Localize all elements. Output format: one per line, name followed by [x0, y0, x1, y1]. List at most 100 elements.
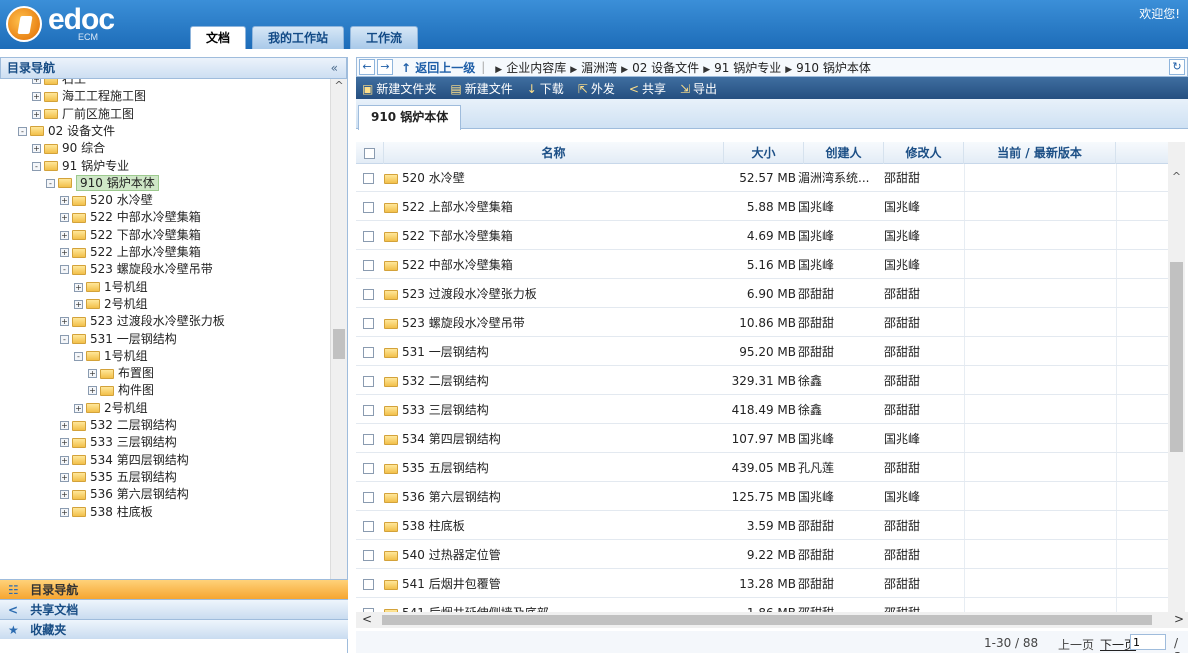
- tree-node[interactable]: +90 综合: [32, 140, 105, 157]
- expand-node-icon[interactable]: +: [60, 317, 69, 327]
- breadcrumb-item[interactable]: 02 设备文件: [632, 61, 699, 75]
- tree-node[interactable]: +2号机组: [74, 400, 148, 417]
- breadcrumb-item[interactable]: 910 锅炉本体: [796, 61, 871, 75]
- table-row[interactable]: 535 五层钢结构 439.05 MB 孔凡莲 邵甜甜: [356, 454, 1168, 482]
- tree-node[interactable]: +535 五层钢结构: [60, 469, 177, 486]
- toolbar-button[interactable]: ⇲ 导出: [680, 80, 717, 97]
- column-header-size[interactable]: 大小: [724, 142, 804, 164]
- row-checkbox[interactable]: [363, 231, 374, 242]
- expand-node-icon[interactable]: +: [88, 369, 97, 379]
- expand-node-icon[interactable]: +: [60, 472, 69, 482]
- tab-workflow[interactable]: 工作流: [350, 26, 419, 49]
- name-cell[interactable]: 540 过热器定位管: [384, 541, 724, 569]
- row-checkbox[interactable]: [363, 492, 374, 503]
- go-up-button[interactable]: ↑ 返回上一级: [401, 59, 475, 76]
- table-row[interactable]: 536 第六层钢结构 125.75 MB 国兆峰 国兆峰: [356, 483, 1168, 511]
- table-row[interactable]: 534 第四层钢结构 107.97 MB 国兆峰 国兆峰: [356, 425, 1168, 453]
- tree-node[interactable]: + 构件图: [88, 382, 154, 399]
- scroll-left-icon[interactable]: <: [362, 612, 372, 626]
- name-cell[interactable]: 534 第四层钢结构: [384, 425, 724, 453]
- row-checkbox[interactable]: [363, 550, 374, 561]
- toolbar-button[interactable]: < 共享: [629, 80, 666, 97]
- table-row[interactable]: 522 中部水冷壁集箱 5.16 MB 国兆峰 国兆峰: [356, 251, 1168, 279]
- row-checkbox[interactable]: [363, 173, 374, 184]
- collapse-sidebar-button[interactable]: «: [331, 58, 338, 78]
- name-cell[interactable]: 523 螺旋段水冷壁吊带: [384, 309, 724, 337]
- tree-node[interactable]: - 91 锅炉专业: [32, 158, 129, 175]
- toolbar-button[interactable]: ▣ 新建文件夹: [362, 80, 436, 97]
- refresh-icon[interactable]: ↻: [1169, 59, 1185, 75]
- accordion-favorites[interactable]: ★ 收藏夹: [0, 619, 348, 639]
- expand-node-icon[interactable]: +: [32, 109, 41, 119]
- name-cell[interactable]: 533 三层钢结构: [384, 396, 724, 424]
- name-cell[interactable]: 536 第六层钢结构: [384, 483, 724, 511]
- table-row[interactable]: 538 柱底板 3.59 MB 邵甜甜 邵甜甜: [356, 512, 1168, 540]
- tree-node[interactable]: - 1号机组: [74, 348, 148, 365]
- name-cell[interactable]: 523 过渡段水冷壁张力板: [384, 280, 724, 308]
- breadcrumb-item[interactable]: 企业内容库: [506, 61, 566, 75]
- tree-node[interactable]: +1号机组: [74, 279, 148, 296]
- tree-node[interactable]: +533 三层钢结构: [60, 434, 177, 451]
- grid-horizontal-scrollbar[interactable]: < >: [356, 612, 1188, 628]
- select-all-checkbox[interactable]: [364, 148, 375, 159]
- column-header-name[interactable]: 名称: [384, 142, 724, 164]
- expand-node-icon[interactable]: +: [60, 438, 69, 448]
- table-row[interactable]: 531 一层钢结构 95.20 MB 邵甜甜 邵甜甜: [356, 338, 1168, 366]
- toolbar-button[interactable]: ⇱ 外发: [578, 80, 615, 97]
- row-checkbox[interactable]: [363, 376, 374, 387]
- tree-node[interactable]: +538 柱底板: [60, 504, 153, 521]
- breadcrumb-item[interactable]: 91 锅炉专业: [714, 61, 781, 75]
- tab-documents[interactable]: 文档: [190, 26, 247, 49]
- name-cell[interactable]: 531 一层钢结构: [384, 338, 724, 366]
- collapse-node-icon[interactable]: -: [32, 161, 41, 171]
- expand-node-icon[interactable]: +: [60, 455, 69, 465]
- table-row[interactable]: 540 过热器定位管 9.22 MB 邵甜甜 邵甜甜: [356, 541, 1168, 569]
- scroll-thumb[interactable]: [382, 615, 1152, 625]
- row-checkbox[interactable]: [363, 521, 374, 532]
- tree-node[interactable]: +532 二层钢结构: [60, 417, 177, 434]
- expand-node-icon[interactable]: +: [74, 282, 83, 292]
- tree-node[interactable]: - 910 锅炉本体: [46, 174, 159, 192]
- scroll-right-icon[interactable]: >: [1174, 612, 1184, 626]
- expand-node-icon[interactable]: +: [32, 144, 41, 154]
- expand-node-icon[interactable]: +: [60, 213, 69, 223]
- scroll-up-icon[interactable]: ^: [331, 79, 347, 96]
- column-header-creator[interactable]: 创建人: [804, 142, 884, 164]
- scroll-thumb[interactable]: [333, 329, 345, 359]
- collapse-node-icon[interactable]: -: [60, 334, 69, 344]
- breadcrumb-item[interactable]: 湄洲湾: [581, 61, 617, 75]
- page-number-input[interactable]: [1130, 634, 1166, 650]
- column-header-version[interactable]: 当前 / 最新版本: [964, 142, 1116, 164]
- tree-node[interactable]: + 石工: [32, 79, 86, 88]
- expand-node-icon[interactable]: +: [74, 299, 83, 309]
- collapse-node-icon[interactable]: -: [60, 265, 69, 275]
- table-row[interactable]: 522 下部水冷壁集箱 4.69 MB 国兆峰 国兆峰: [356, 222, 1168, 250]
- name-cell[interactable]: 522 中部水冷壁集箱: [384, 251, 724, 279]
- tree-node[interactable]: +522 下部水冷壁集箱: [60, 227, 201, 244]
- tree-vertical-scrollbar[interactable]: ^ v: [330, 79, 347, 616]
- expand-node-icon[interactable]: +: [60, 490, 69, 500]
- tree-node[interactable]: +523 过渡段水冷壁张力板: [60, 313, 225, 330]
- scroll-thumb[interactable]: [1170, 262, 1183, 452]
- tree-node[interactable]: + 海工工程施工图: [32, 88, 146, 105]
- table-row[interactable]: 523 过渡段水冷壁张力板 6.90 MB 邵甜甜 邵甜甜: [356, 280, 1168, 308]
- row-checkbox[interactable]: [363, 289, 374, 300]
- name-cell[interactable]: 532 二层钢结构: [384, 367, 724, 395]
- row-checkbox[interactable]: [363, 579, 374, 590]
- tree-node[interactable]: +2号机组: [74, 296, 148, 313]
- name-cell[interactable]: 538 柱底板: [384, 512, 724, 540]
- tree-node[interactable]: +522 中部水冷壁集箱: [60, 209, 201, 226]
- tree-node[interactable]: - 523 螺旋段水冷壁吊带: [60, 261, 213, 278]
- tree-node[interactable]: + 厂前区施工图: [32, 106, 134, 123]
- expand-node-icon[interactable]: +: [74, 403, 83, 413]
- expand-node-icon[interactable]: +: [60, 230, 69, 240]
- expand-node-icon[interactable]: +: [32, 79, 41, 84]
- prev-page-button[interactable]: 上一页: [1058, 636, 1094, 653]
- expand-node-icon[interactable]: +: [60, 507, 69, 517]
- tree-node[interactable]: - 02 设备文件: [18, 123, 115, 140]
- back-icon[interactable]: ←: [359, 59, 375, 75]
- tree-node[interactable]: +522 上部水冷壁集箱: [60, 244, 201, 261]
- row-checkbox[interactable]: [363, 347, 374, 358]
- expand-node-icon[interactable]: +: [60, 196, 69, 206]
- tree-node[interactable]: +536 第六层钢结构: [60, 486, 189, 503]
